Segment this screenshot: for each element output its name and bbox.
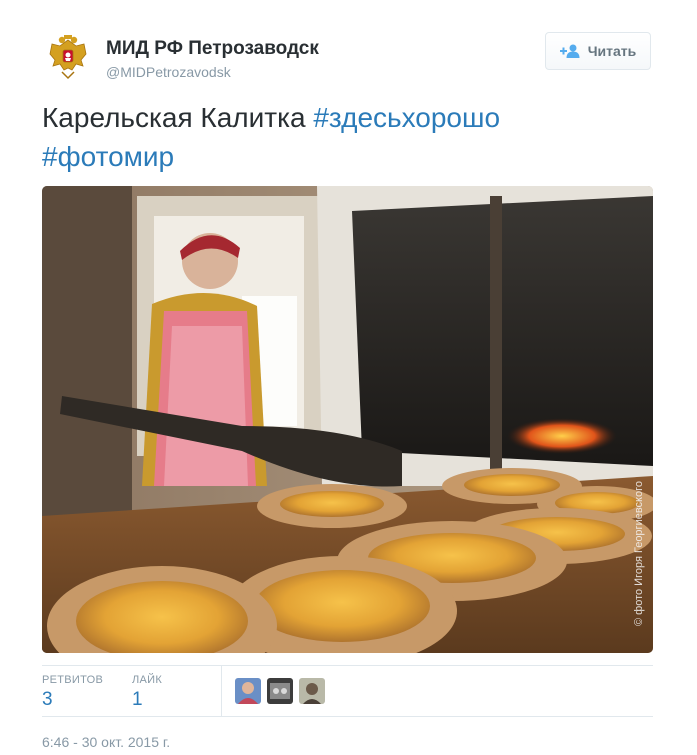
retweets-count[interactable]: 3 xyxy=(42,689,53,711)
tweet-timestamp[interactable]: 6:46 - 30 окт. 2015 г. xyxy=(42,733,170,751)
hashtag-link[interactable]: #здесьхорошо xyxy=(313,102,500,133)
retweets-label: РЕТВИТОВ xyxy=(42,674,104,686)
likes-count[interactable]: 1 xyxy=(132,689,143,711)
account-handle[interactable]: @MIDPetrozavodsk xyxy=(106,63,231,81)
user-avatar-icon xyxy=(267,678,293,704)
russian-coat-of-arms-icon xyxy=(49,35,87,80)
account-name[interactable]: МИД РФ Петрозаводск xyxy=(106,38,319,60)
photo-watermark: © фото Игоря Георгиевского xyxy=(633,481,645,626)
liker-avatar[interactable] xyxy=(235,678,261,704)
liker-avatar[interactable] xyxy=(299,678,325,704)
user-avatar-icon xyxy=(235,678,261,704)
hashtag-link[interactable]: #фотомир xyxy=(42,141,174,172)
follow-button[interactable]: Читать xyxy=(545,32,651,70)
liker-avatar[interactable] xyxy=(267,678,293,704)
divider xyxy=(42,716,653,717)
tweet-photo[interactable]: © фото Игоря Георгиевского xyxy=(42,186,653,653)
add-user-icon xyxy=(559,44,580,58)
divider xyxy=(221,666,222,716)
avatar[interactable] xyxy=(45,34,91,80)
user-avatar-icon xyxy=(299,678,325,704)
divider xyxy=(42,665,653,666)
tweet-photo-image: © фото Игоря Георгиевского xyxy=(42,186,653,653)
likes-label: ЛАЙК xyxy=(132,674,163,686)
tweet-text: Карельская Калитка #здесьхорошо #фотомир xyxy=(42,98,662,176)
tweet-body: Карельская Калитка xyxy=(42,102,306,133)
follow-button-label: Читать xyxy=(587,43,637,59)
